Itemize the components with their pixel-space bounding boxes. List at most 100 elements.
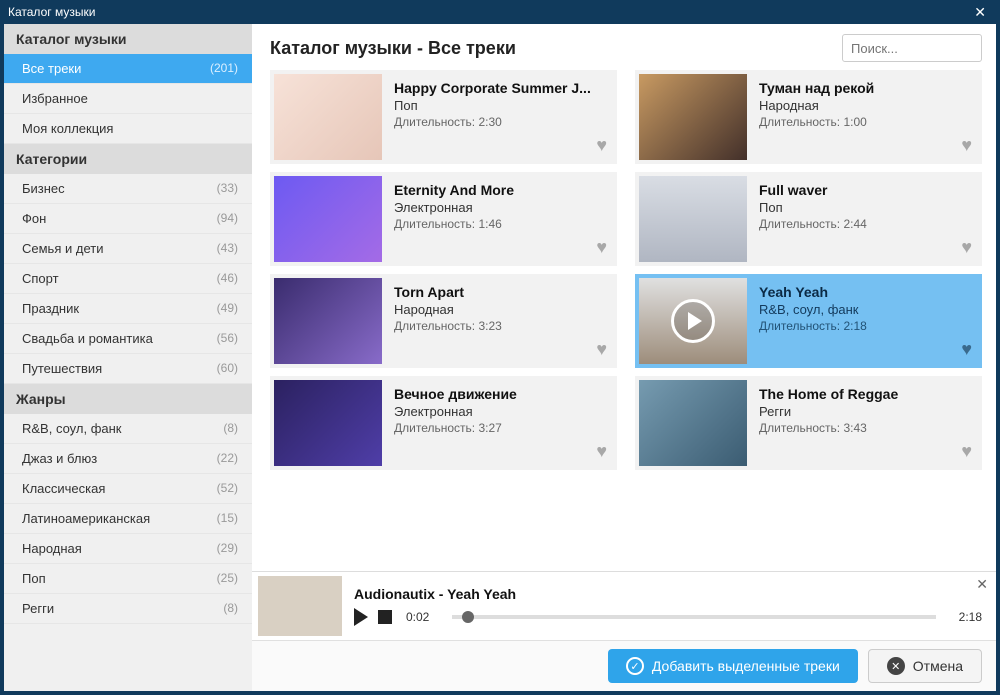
- footer: ✓ Добавить выделенные треки ✕ Отмена: [252, 640, 996, 691]
- progress-bar[interactable]: [452, 615, 936, 619]
- track-duration: Длительность: 2:30: [394, 115, 605, 129]
- favorite-icon[interactable]: ♥: [961, 441, 972, 462]
- track-genre: Электронная: [394, 200, 605, 215]
- track-duration: Длительность: 2:44: [759, 217, 970, 231]
- sidebar-item[interactable]: Классическая(52): [4, 474, 252, 504]
- track-duration: Длительность: 2:18: [759, 319, 970, 333]
- sidebar-item-count: (94): [217, 211, 238, 226]
- sidebar: Каталог музыкиВсе треки(201) Избранное Моя…: [4, 24, 252, 691]
- track-info: Happy Corporate Summer J... Поп Длительнос…: [382, 74, 613, 160]
- track-thumbnail[interactable]: [274, 74, 382, 160]
- track-thumbnail[interactable]: [274, 380, 382, 466]
- track-info: Туман над рекойНароднаяДлительность: 1:0…: [747, 74, 978, 160]
- favorite-icon[interactable]: ♥: [961, 339, 972, 360]
- track-thumbnail[interactable]: [639, 176, 747, 262]
- sidebar-item-count: (22): [217, 451, 238, 466]
- track-title: Full waver: [759, 182, 970, 198]
- track-title: Eternity And More: [394, 182, 605, 198]
- sidebar-item-label: Избранное: [22, 91, 88, 106]
- favorite-icon[interactable]: ♥: [596, 237, 607, 258]
- sidebar-item[interactable]: Поп(25): [4, 564, 252, 594]
- sidebar-item-count: (49): [217, 301, 238, 316]
- track-card[interactable]: Torn ApartНароднаяДлительность: 3:23♥: [270, 274, 617, 368]
- add-tracks-button[interactable]: ✓ Добавить выделенные треки: [608, 649, 858, 683]
- track-thumbnail[interactable]: [639, 380, 747, 466]
- track-thumbnail[interactable]: [639, 278, 747, 364]
- sidebar-item[interactable]: Свадьба и романтика (56): [4, 324, 252, 354]
- titlebar: Каталог музыки ✕: [0, 0, 1000, 24]
- main-header: Каталог музыки - Все треки: [252, 24, 996, 70]
- window-title: Каталог музыки: [8, 5, 968, 19]
- sidebar-item[interactable]: Спорт(46): [4, 264, 252, 294]
- sidebar-item[interactable]: Избранное: [4, 84, 252, 114]
- sidebar-item-label: Бизнес: [22, 181, 65, 196]
- track-card[interactable]: Yeah YeahR&B, соул, фанкДлительность: 2:…: [635, 274, 982, 368]
- sidebar-item-label: Фон: [22, 211, 46, 226]
- sidebar-section-header: Каталог музыки: [4, 24, 252, 54]
- sidebar-item-label: Народная: [22, 541, 82, 556]
- sidebar-item-label: Классическая: [22, 481, 105, 496]
- sidebar-item[interactable]: Путешествия(60): [4, 354, 252, 384]
- sidebar-item[interactable]: Латиноамериканская(15): [4, 504, 252, 534]
- play-icon[interactable]: [354, 608, 368, 626]
- track-duration: Длительность: 1:46: [394, 217, 605, 231]
- player-controls: 0:02 2:18: [354, 608, 982, 626]
- sidebar-item-count: (56): [217, 331, 238, 346]
- track-info: Eternity And More Электронная Длительность…: [382, 176, 613, 262]
- track-info: Torn ApartНароднаяДлительность: 3:23: [382, 278, 613, 364]
- search-input[interactable]: [842, 34, 982, 62]
- track-duration: Длительность: 3:23: [394, 319, 605, 333]
- sidebar-item-label: Свадьба и романтика: [22, 331, 153, 346]
- sidebar-item-count: (8): [223, 601, 238, 616]
- track-title: Туман над рекой: [759, 80, 970, 96]
- track-title: The Home of Reggae: [759, 386, 970, 402]
- sidebar-item[interactable]: Фон (94): [4, 204, 252, 234]
- sidebar-item-label: R&B, соул, фанк: [22, 421, 122, 436]
- favorite-icon[interactable]: ♥: [961, 135, 972, 156]
- sidebar-item-count: (33): [217, 181, 238, 196]
- play-overlay-icon[interactable]: [639, 278, 747, 364]
- progress-thumb[interactable]: [462, 611, 474, 623]
- favorite-icon[interactable]: ♥: [596, 339, 607, 360]
- track-card[interactable]: The Home of ReggaeРеггиДлительность: 3:4…: [635, 376, 982, 470]
- sidebar-item-count: (29): [217, 541, 238, 556]
- track-card[interactable]: Happy Corporate Summer J... Поп Длительнос…: [270, 70, 617, 164]
- close-player-icon[interactable]: ✕: [976, 576, 988, 593]
- sidebar-item[interactable]: Моя коллекция: [4, 114, 252, 144]
- track-title: Happy Corporate Summer J...: [394, 80, 605, 96]
- favorite-icon[interactable]: ♥: [596, 441, 607, 462]
- favorite-icon[interactable]: ♥: [961, 237, 972, 258]
- track-duration: Длительность: 3:27: [394, 421, 605, 435]
- track-genre: Поп: [394, 98, 605, 113]
- add-button-label: Добавить выделенные треки: [652, 658, 840, 674]
- close-icon[interactable]: ✕: [968, 2, 992, 23]
- track-info: The Home of ReggaeРеггиДлительность: 3:4…: [747, 380, 978, 466]
- track-info: Вечное движениеЭлектроннаяДлительность: …: [382, 380, 613, 466]
- track-title: Yeah Yeah: [759, 284, 970, 300]
- sidebar-item[interactable]: Регги(8): [4, 594, 252, 624]
- track-card[interactable]: Full waverПопДлительность: 2:44♥: [635, 172, 982, 266]
- track-card[interactable]: Вечное движениеЭлектроннаяДлительность: …: [270, 376, 617, 470]
- sidebar-item[interactable]: R&B, соул, фанк (8): [4, 414, 252, 444]
- track-genre: Народная: [394, 302, 605, 317]
- cancel-x-icon: ✕: [887, 657, 905, 675]
- sidebar-item[interactable]: Семья и дети(43): [4, 234, 252, 264]
- sidebar-item-count: (8): [223, 421, 238, 436]
- track-genre: Электронная: [394, 404, 605, 419]
- favorite-icon[interactable]: ♥: [596, 135, 607, 156]
- stop-icon[interactable]: [378, 610, 392, 624]
- track-thumbnail[interactable]: [274, 278, 382, 364]
- track-thumbnail[interactable]: [639, 74, 747, 160]
- cancel-button[interactable]: ✕ Отмена: [868, 649, 982, 683]
- sidebar-item[interactable]: Джаз и блюз(22): [4, 444, 252, 474]
- track-thumbnail[interactable]: [274, 176, 382, 262]
- sidebar-item-label: Латиноамериканская: [22, 511, 150, 526]
- sidebar-item[interactable]: Народная (29): [4, 534, 252, 564]
- sidebar-item[interactable]: Все треки(201): [4, 54, 252, 84]
- elapsed-time: 0:02: [406, 610, 442, 624]
- sidebar-item-label: Все треки: [22, 61, 81, 76]
- track-card[interactable]: Туман над рекойНароднаяДлительность: 1:0…: [635, 70, 982, 164]
- sidebar-item[interactable]: Праздник(49): [4, 294, 252, 324]
- sidebar-item[interactable]: Бизнес (33): [4, 174, 252, 204]
- track-card[interactable]: Eternity And More Электронная Длительность…: [270, 172, 617, 266]
